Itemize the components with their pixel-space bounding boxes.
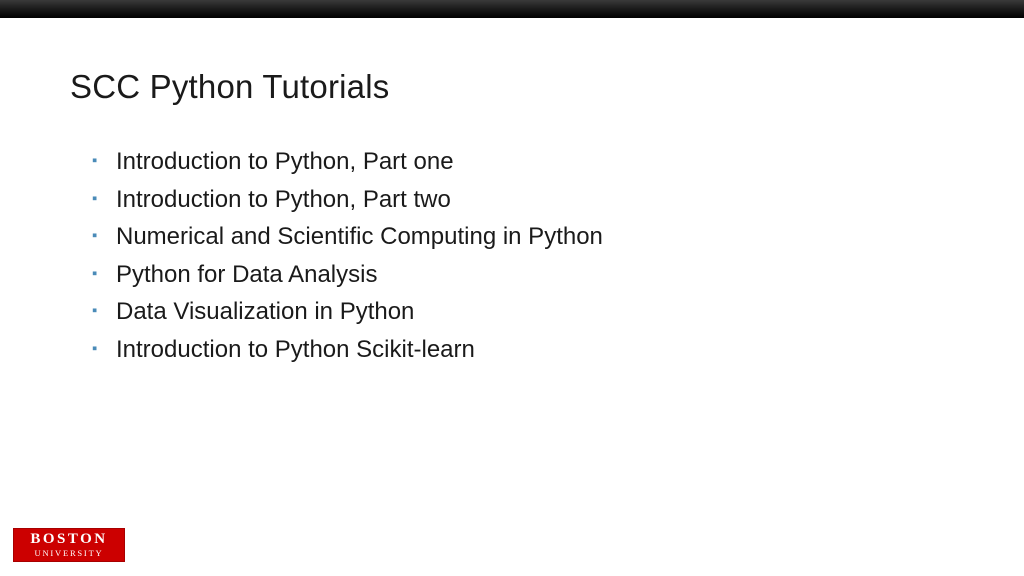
slide-title: SCC Python Tutorials (70, 68, 954, 106)
list-item: Numerical and Scientific Computing in Py… (98, 219, 954, 255)
list-item: Python for Data Analysis (98, 257, 954, 293)
list-item: Introduction to Python, Part one (98, 144, 954, 180)
list-item: Introduction to Python, Part two (98, 182, 954, 218)
logo-sub-text: UNIVERSITY (35, 549, 104, 558)
boston-university-logo: BOSTON UNIVERSITY (13, 528, 125, 562)
top-decorative-bar (0, 0, 1024, 18)
list-item: Data Visualization in Python (98, 294, 954, 330)
logo-main-text: BOSTON (30, 532, 107, 547)
slide-content: SCC Python Tutorials Introduction to Pyt… (0, 18, 1024, 367)
list-item: Introduction to Python Scikit-learn (98, 332, 954, 368)
bullet-list: Introduction to Python, Part one Introdu… (70, 144, 954, 367)
